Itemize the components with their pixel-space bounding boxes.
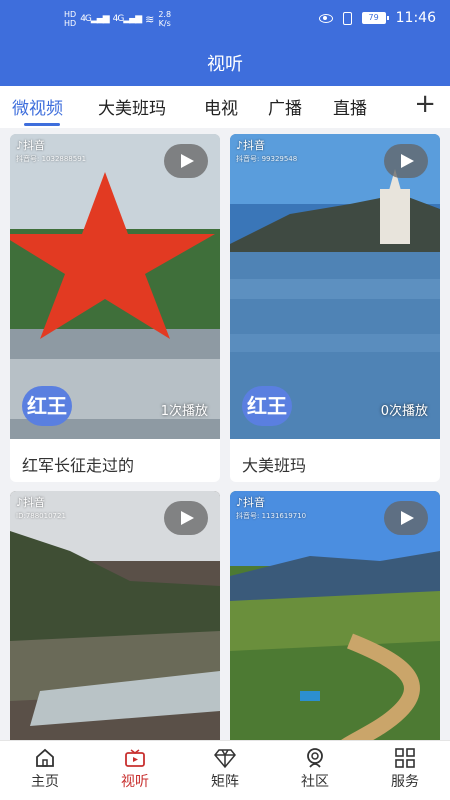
video-card[interactable]: ♪抖音 ID:788010721 bbox=[10, 491, 220, 751]
add-tab-icon[interactable]: + bbox=[414, 89, 436, 119]
tiktok-icon: ♪ bbox=[16, 496, 24, 509]
douyin-watermark: ♪抖音 抖音号: 1131619710 bbox=[236, 497, 306, 522]
play-count: 0次播放 bbox=[380, 404, 428, 419]
active-tab-indicator bbox=[24, 123, 60, 126]
video-thumbnail[interactable]: ♪抖音 ID:788010721 bbox=[10, 491, 220, 751]
page-title: 视听 bbox=[207, 54, 243, 75]
diamond-icon bbox=[214, 749, 236, 769]
play-button[interactable] bbox=[164, 144, 208, 178]
tiktok-icon: ♪ bbox=[16, 139, 24, 152]
platform-id: ID:788010721 bbox=[16, 512, 66, 520]
video-card[interactable]: ♪抖音 抖音号: 1131619710 bbox=[230, 491, 440, 751]
nav-label: 社区 bbox=[301, 774, 329, 790]
platform-id: 抖音号: 1032888591 bbox=[16, 155, 87, 163]
douyin-watermark: ♪抖音 抖音号: 1032888591 bbox=[16, 140, 86, 165]
nav-label: 视听 bbox=[121, 774, 149, 790]
nav-media[interactable]: 视听 bbox=[100, 747, 170, 791]
community-icon bbox=[307, 748, 323, 768]
nav-services[interactable]: 服务 bbox=[370, 747, 440, 791]
platform-id: 抖音号: 1131619710 bbox=[236, 512, 307, 520]
app-header: HD HD 4G▂▄▆ 4G▂▄▆ ≋ 2.8 K/s 79 11:46 视听 bbox=[0, 0, 450, 86]
grid-icon bbox=[395, 748, 415, 768]
wifi-icon: ≋ bbox=[145, 12, 155, 26]
tiktok-icon: ♪ bbox=[236, 139, 244, 152]
nav-label: 主页 bbox=[31, 774, 59, 790]
tiktok-icon: ♪ bbox=[236, 496, 244, 509]
tab-radio[interactable]: 广播 bbox=[268, 94, 302, 119]
video-icon bbox=[125, 749, 145, 767]
nav-matrix[interactable]: 矩阵 bbox=[190, 747, 260, 791]
platform-name: 抖音 bbox=[23, 496, 46, 509]
status-bar: HD HD 4G▂▄▆ 4G▂▄▆ ≋ 2.8 K/s 79 11:46 bbox=[0, 8, 450, 32]
avatar: 红王 bbox=[22, 386, 72, 426]
video-card[interactable]: ♪抖音 抖音号: 1032888591 红王 1次播放 红军长征走过的 bbox=[10, 134, 220, 482]
video-thumbnail[interactable]: ♪抖音 抖音号: 1131619710 bbox=[230, 491, 440, 751]
hd-label-1: HD bbox=[64, 10, 77, 19]
sim2-label: 4G bbox=[112, 14, 125, 24]
play-button[interactable] bbox=[384, 501, 428, 535]
play-count: 1次播放 bbox=[160, 404, 208, 419]
tab-banma[interactable]: 大美班玛 bbox=[98, 94, 166, 119]
net-speed: 2.8 K/s bbox=[158, 10, 171, 28]
tab-tv[interactable]: 电视 bbox=[204, 94, 238, 119]
tab-live[interactable]: 直播 bbox=[333, 94, 367, 119]
nav-community[interactable]: 社区 bbox=[280, 747, 350, 791]
avatar: 红王 bbox=[242, 386, 292, 426]
net-speed-unit: K/s bbox=[158, 19, 171, 28]
nav-home[interactable]: 主页 bbox=[10, 747, 80, 791]
video-thumbnail[interactable]: ♪抖音 抖音号: 99329548 红王 0次播放 bbox=[230, 134, 440, 439]
douyin-watermark: ♪抖音 ID:788010721 bbox=[16, 497, 66, 522]
platform-name: 抖音 bbox=[23, 139, 46, 152]
platform-id: 抖音号: 99329548 bbox=[236, 155, 298, 163]
nav-label: 服务 bbox=[391, 774, 419, 790]
sim1-label: 4G bbox=[80, 14, 92, 24]
video-title[interactable]: 大美班玛 bbox=[242, 452, 306, 476]
nav-label: 矩阵 bbox=[211, 774, 239, 790]
platform-name: 抖音 bbox=[243, 139, 266, 152]
hd-indicator: HD HD bbox=[64, 10, 76, 28]
tab-micro-video[interactable]: 微视频 bbox=[12, 94, 63, 119]
bottom-nav: 主页 视听 矩阵 社区 服务 bbox=[0, 740, 450, 800]
battery-icon: 79 bbox=[361, 12, 389, 24]
douyin-watermark: ♪抖音 抖音号: 99329548 bbox=[236, 140, 297, 165]
play-button[interactable] bbox=[384, 144, 428, 178]
video-card[interactable]: ♪抖音 抖音号: 99329548 红王 0次播放 大美班玛 bbox=[230, 134, 440, 482]
eye-icon bbox=[318, 13, 333, 23]
category-tabs: 微视频 大美班玛 电视 广播 直播 + bbox=[0, 86, 450, 128]
clock: 11:46 bbox=[395, 10, 436, 26]
video-title[interactable]: 红军长征走过的 bbox=[22, 452, 134, 476]
home-icon bbox=[36, 748, 54, 767]
vibrate-icon bbox=[342, 11, 352, 25]
platform-name: 抖音 bbox=[243, 496, 266, 509]
signal-icon-2: 4G▂▄▆ bbox=[112, 14, 142, 24]
play-button[interactable] bbox=[164, 501, 208, 535]
signal-icon-1: 4G▂▄▆ bbox=[80, 14, 109, 24]
video-thumbnail[interactable]: ♪抖音 抖音号: 1032888591 红王 1次播放 bbox=[10, 134, 220, 439]
net-speed-value: 2.8 bbox=[158, 10, 172, 19]
hd-label-2: HD bbox=[64, 19, 77, 28]
